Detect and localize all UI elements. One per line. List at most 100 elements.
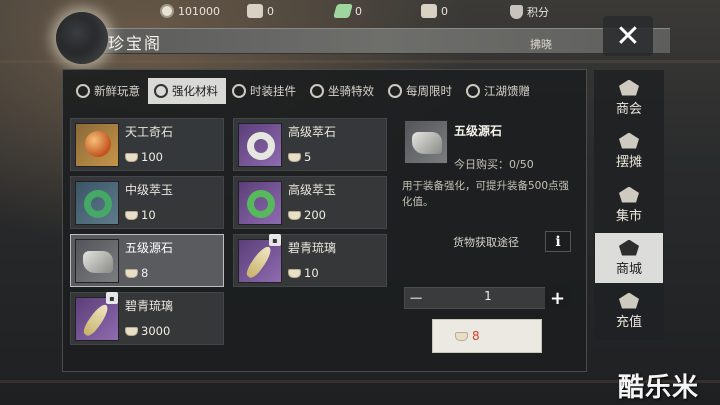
chamber-icon: [619, 79, 639, 96]
nav-label: 摆摊: [615, 154, 642, 170]
resource-points: 积分: [510, 4, 549, 20]
tab-fashion[interactable]: 时装挂件: [226, 78, 304, 104]
coin-icon: [160, 4, 174, 18]
quantity-value[interactable]: 1: [440, 289, 536, 303]
resource-silver: 0: [421, 4, 448, 18]
page-title: 珍宝阁: [108, 34, 163, 53]
detail-purchase-limit: 今日购买：0/50: [454, 158, 534, 171]
tab-label: 时装挂件: [250, 84, 296, 98]
item-thumbnail: ▪: [75, 292, 119, 341]
item-price-value: 8: [141, 266, 149, 280]
feather-icon: [243, 243, 275, 281]
moon-logo-icon: [56, 12, 108, 64]
shop-item[interactable]: 天工奇石 100: [70, 118, 224, 171]
nav-item-mall[interactable]: 商城: [595, 233, 663, 283]
resource-jade: 0: [333, 4, 362, 18]
item-thumbnail: [75, 123, 119, 167]
background-shelf: [0, 60, 720, 63]
ingot-icon: [455, 331, 468, 341]
white-ring-icon: [247, 132, 275, 160]
orb-icon: [85, 131, 111, 157]
item-name: 中级萃玉: [125, 183, 174, 197]
item-name: 天工奇石: [125, 125, 174, 139]
buy-button[interactable]: 8: [432, 319, 542, 353]
category-tabs: 新鲜玩意 强化材料 时装挂件 坐骑特效 每周限时 江湖馈赠: [70, 78, 538, 104]
item-price: 3000: [125, 324, 170, 338]
magnifier-icon: [76, 84, 90, 98]
nav-label: 充值: [615, 314, 642, 330]
item-name: 碧青琉璃: [125, 299, 174, 313]
resource-coin: 101000: [160, 4, 220, 18]
info-button[interactable]: i: [545, 231, 571, 252]
detail-thumbnail: [404, 120, 448, 164]
shop-item[interactable]: ▪ 碧青琉璃 10: [233, 234, 387, 287]
item-price: 10: [288, 266, 319, 280]
ingot-icon: [288, 268, 301, 278]
shop-item-selected[interactable]: 五级源石 8: [70, 234, 224, 287]
tab-jianghu-gifts[interactable]: 江湖馈赠: [460, 78, 538, 104]
resource-points-label: 积分: [527, 6, 549, 19]
market-icon: [619, 186, 639, 203]
server-name: 拂晓: [530, 38, 552, 51]
nav-label: 商会: [615, 101, 642, 117]
green-ring-icon: [84, 190, 112, 218]
gift-icon: [466, 84, 480, 98]
resource-ingot: 0: [247, 4, 274, 18]
tab-label: 每周限时: [406, 84, 452, 98]
ingot-icon: [125, 268, 138, 278]
ingot-icon: [288, 210, 301, 220]
ingot-icon: [125, 326, 138, 336]
horse-icon: [310, 84, 324, 98]
mall-icon: [619, 239, 639, 256]
acquisition-source-label: 货物获取途径: [453, 236, 519, 249]
item-price: 10: [125, 208, 156, 222]
item-price: 200: [288, 208, 326, 222]
tab-weekly-limited[interactable]: 每周限时: [382, 78, 460, 104]
resource-silver-value: 0: [441, 4, 448, 18]
tab-label: 江湖馈赠: [484, 84, 530, 98]
shield-points-icon: [510, 5, 523, 19]
buy-price: 8: [472, 329, 480, 343]
item-price: 8: [125, 266, 148, 280]
hammer-icon: [154, 84, 168, 98]
shop-item[interactable]: 高级萃玉 200: [233, 176, 387, 229]
tab-novelties[interactable]: 新鲜玩意: [70, 78, 148, 104]
ingot-icon: [125, 152, 138, 162]
shop-item[interactable]: ▪ 碧青琉璃 3000: [70, 292, 224, 345]
jade-ticket-icon: [333, 4, 353, 18]
detail-description: 用于装备强化，可提升装备500点强化值。: [402, 180, 570, 208]
nav-label: 商城: [615, 261, 642, 277]
tab-enhance-materials[interactable]: 强化材料: [148, 78, 226, 104]
item-price-value: 5: [304, 150, 312, 164]
nav-item-market[interactable]: 集市: [595, 180, 663, 230]
minus-icon: −: [408, 287, 424, 309]
quantity-minus-button[interactable]: −: [404, 287, 428, 309]
stall-icon: [619, 132, 639, 149]
ingot-icon: [288, 152, 301, 162]
rock-icon: [83, 251, 113, 273]
lock-icon: ▪: [106, 292, 118, 304]
shop-item[interactable]: 中级萃玉 10: [70, 176, 224, 229]
item-thumbnail: [238, 181, 282, 225]
item-price: 5: [288, 150, 311, 164]
plus-icon: +: [549, 287, 566, 309]
item-thumbnail: [238, 123, 282, 167]
recharge-icon: [619, 292, 639, 309]
nav-item-recharge[interactable]: 充值: [595, 286, 663, 336]
nav-item-chamber[interactable]: 商会: [595, 73, 663, 123]
item-name: 高级萃石: [288, 125, 337, 139]
tab-mount-effects[interactable]: 坐骑特效: [304, 78, 382, 104]
close-button[interactable]: ✕: [603, 16, 653, 56]
detail-item-name: 五级源石: [454, 124, 503, 138]
item-name: 高级萃玉: [288, 183, 337, 197]
robe-icon: [232, 84, 246, 98]
item-thumbnail: [75, 181, 119, 225]
shop-item[interactable]: 高级萃石 5: [233, 118, 387, 171]
ingot-icon: [125, 210, 138, 220]
resource-jade-value: 0: [355, 4, 362, 18]
quantity-plus-button[interactable]: +: [545, 287, 570, 309]
nav-item-stall[interactable]: 摆摊: [595, 126, 663, 176]
watermark: 酷乐米: [618, 373, 700, 403]
info-icon: i: [555, 233, 561, 250]
item-price-value: 10: [304, 266, 319, 280]
